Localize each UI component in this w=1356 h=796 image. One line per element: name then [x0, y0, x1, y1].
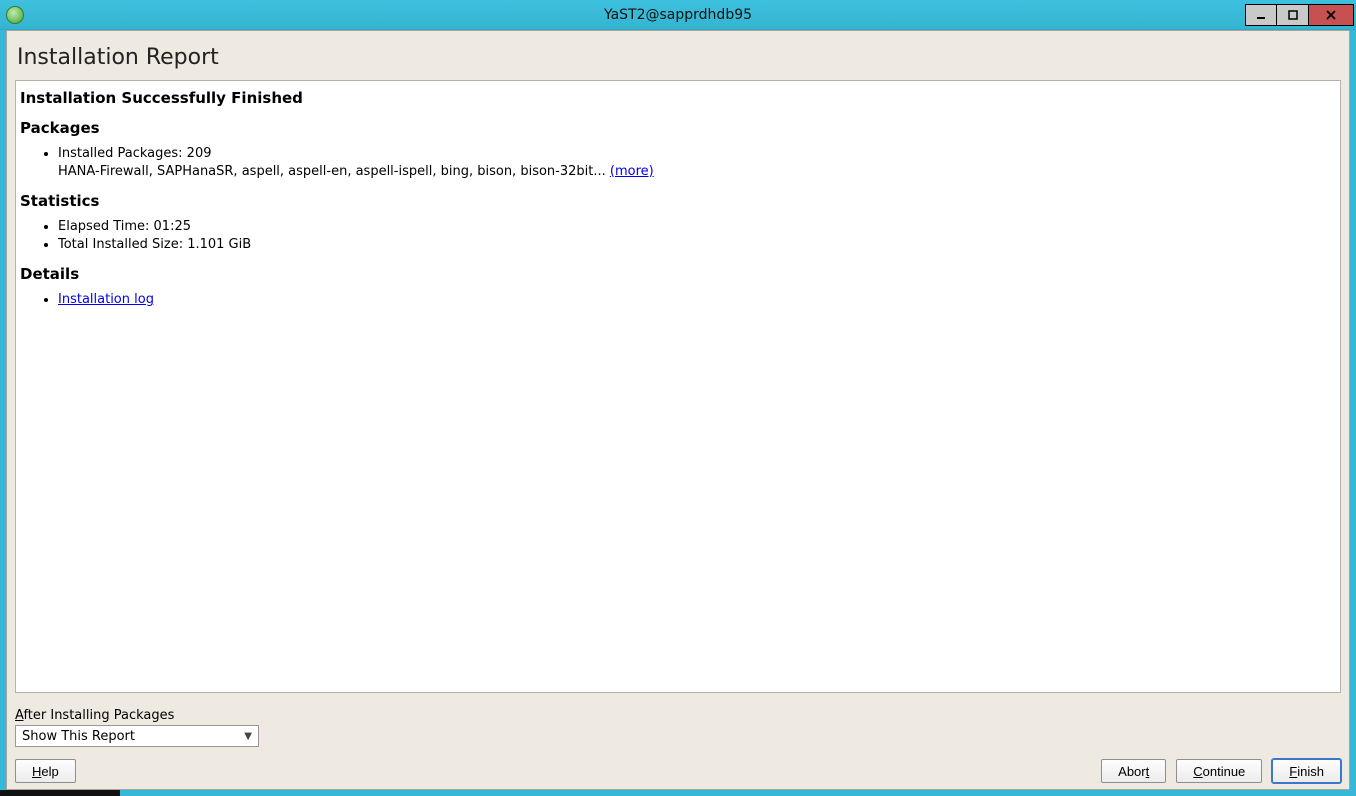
packages-list: Installed Packages: 209 HANA-Firewall, S… — [58, 145, 1334, 180]
window-controls — [1245, 0, 1356, 29]
more-packages-link[interactable]: (more) — [610, 164, 654, 179]
details-list: Installation log — [58, 291, 1334, 309]
total-size: Total Installed Size: 1.101 GiB — [58, 236, 1334, 254]
page-title: Installation Report — [7, 31, 1349, 80]
bottom-area: After Installing Packages Show This Repo… — [15, 702, 1341, 783]
close-button[interactable] — [1309, 4, 1354, 26]
package-preview: HANA-Firewall, SAPHanaSR, aspell, aspell… — [58, 164, 610, 179]
details-item: Installation log — [58, 291, 1334, 309]
taskbar-stub — [0, 790, 120, 796]
titlebar: YaST2@sapprdhdb95 — [0, 0, 1356, 30]
installation-log-link[interactable]: Installation log — [58, 292, 154, 307]
window-title: YaST2@sapprdhdb95 — [0, 7, 1356, 23]
right-buttons: Abort Continue Finish — [1101, 759, 1341, 783]
button-row: Help Abort Continue Finish — [15, 759, 1341, 783]
details-heading: Details — [20, 265, 1334, 283]
report-panel: Installation Successfully Finished Packa… — [15, 80, 1341, 693]
abort-button[interactable]: Abort — [1101, 759, 1166, 783]
minimize-button[interactable] — [1245, 4, 1277, 26]
installed-count: Installed Packages: 209 — [58, 146, 212, 161]
installed-packages-line: Installed Packages: 209 HANA-Firewall, S… — [58, 145, 1334, 180]
finish-button[interactable]: Finish — [1272, 759, 1341, 783]
window-body: Installation Report Installation Success… — [6, 30, 1350, 790]
continue-button[interactable]: Continue — [1176, 759, 1262, 783]
yast-icon — [6, 6, 24, 24]
after-installing-label: After Installing Packages — [15, 708, 1341, 723]
success-heading: Installation Successfully Finished — [20, 89, 1334, 107]
statistics-list: Elapsed Time: 01:25 Total Installed Size… — [58, 218, 1334, 253]
statistics-heading: Statistics — [20, 192, 1334, 210]
elapsed-time: Elapsed Time: 01:25 — [58, 218, 1334, 236]
after-installing-dropdown[interactable]: Show This Report ▼ — [15, 725, 259, 747]
packages-heading: Packages — [20, 119, 1334, 137]
dropdown-selected: Show This Report — [22, 729, 135, 744]
help-button[interactable]: Help — [15, 759, 76, 783]
chevron-down-icon: ▼ — [244, 731, 252, 742]
maximize-button[interactable] — [1277, 4, 1309, 26]
